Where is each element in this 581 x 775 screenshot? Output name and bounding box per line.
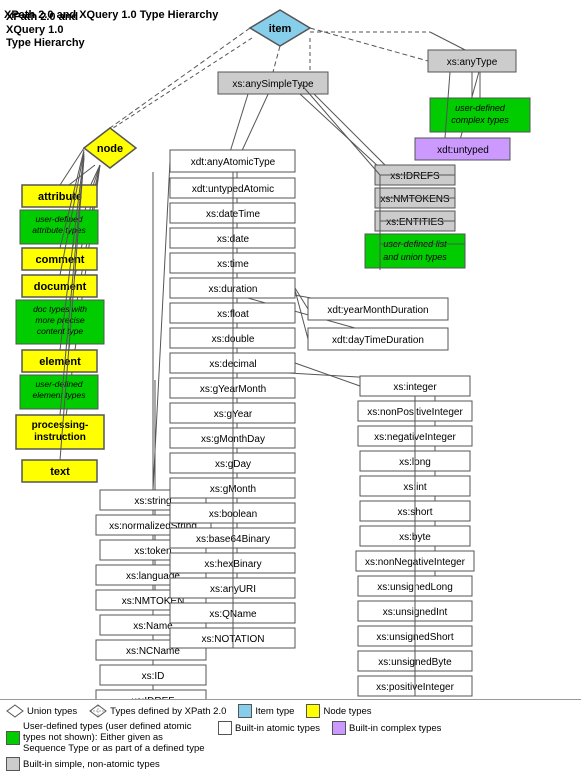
svg-text:and union types: and union types [383, 252, 447, 262]
svg-text:processing-: processing- [32, 420, 89, 431]
legend-node-label: Node types [323, 706, 371, 717]
legend-builtin-atomic: Built-in atomic types [218, 721, 320, 735]
svg-text:XQuery 1.0: XQuery 1.0 [6, 24, 63, 36]
svg-text:element types: element types [33, 390, 87, 400]
legend-builtin-simple-label: Built-in simple, non-atomic types [23, 759, 160, 770]
svg-text:document: document [34, 281, 87, 293]
legend-union-types: Union types [6, 704, 77, 718]
svg-text:xs:token: xs:token [134, 546, 171, 557]
legend-xpath-types: Types defined by XPath 2.0 [89, 704, 226, 718]
svg-text:user-defined: user-defined [455, 103, 506, 113]
svg-text:XPath 2.0 and: XPath 2.0 and [6, 11, 78, 23]
svg-text:xs:Name: xs:Name [133, 621, 173, 632]
svg-text:content type: content type [37, 326, 84, 336]
svg-text:xs:integer: xs:integer [393, 382, 437, 393]
legend-union-label: Union types [27, 706, 77, 717]
svg-text:element: element [39, 356, 81, 368]
legend-item-type: Item type [238, 704, 294, 718]
legend-builtin-simple: Built-in simple, non-atomic types [6, 757, 160, 771]
legend-builtin-atomic-label: Built-in atomic types [235, 723, 320, 734]
hierarchy-svg: item xs:anyType xs:anySimpleType user-de… [0, 0, 581, 720]
svg-text:instruction: instruction [34, 432, 86, 443]
svg-text:more precise: more precise [35, 315, 84, 325]
svg-text:user-defined: user-defined [35, 379, 82, 389]
svg-text:complex types: complex types [451, 115, 509, 125]
svg-text:xs:ENTITIES: xs:ENTITIES [386, 217, 444, 228]
svg-text:xdt:untyped: xdt:untyped [437, 145, 489, 156]
svg-text:xs:NMTOKENS: xs:NMTOKENS [380, 194, 450, 205]
svg-text:xdt:dayTimeDuration: xdt:dayTimeDuration [332, 335, 424, 346]
svg-text:xs:ID: xs:ID [142, 671, 165, 682]
item-label: item [269, 23, 292, 35]
legend-builtin-complex: Built-in complex types [332, 721, 441, 735]
svg-text:xdt:yearMonthDuration: xdt:yearMonthDuration [327, 305, 428, 316]
legend-builtin-complex-label: Built-in complex types [349, 723, 441, 734]
svg-text:Type Hierarchy: Type Hierarchy [6, 37, 86, 49]
legend-node-types: Node types [306, 704, 371, 718]
svg-text:xs:string: xs:string [134, 496, 171, 507]
legend-xpath-label: Types defined by XPath 2.0 [110, 706, 226, 717]
svg-text:xdt:anyAtomicType: xdt:anyAtomicType [191, 157, 276, 168]
legend: Union types Types defined by XPath 2.0 I… [0, 699, 581, 775]
svg-text:doc types with: doc types with [33, 304, 87, 314]
svg-text:xs:IDREFS: xs:IDREFS [390, 171, 440, 182]
svg-text:xs:anyType: xs:anyType [447, 57, 498, 68]
legend-user-label: User-defined types (user defined atomic … [23, 721, 206, 754]
svg-text:comment: comment [36, 254, 85, 266]
svg-text:text: text [50, 466, 70, 478]
legend-user-defined: User-defined types (user defined atomic … [6, 721, 206, 754]
svg-text:node: node [97, 143, 123, 155]
legend-item-label: Item type [255, 706, 294, 717]
diagram-container: XPath 2.0 and XQuery 1.0 Type Hierarchy [0, 0, 581, 720]
